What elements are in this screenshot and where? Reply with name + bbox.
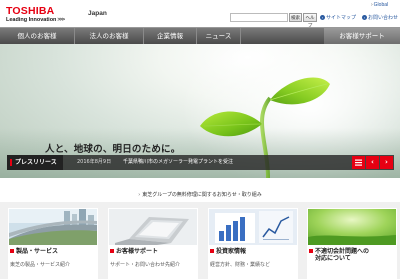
card-image-charts — [209, 209, 297, 245]
header: TOSHIBA Leading Innovation>>> Japan Glob… — [0, 0, 400, 28]
card-products-desc: 東芝の製品・サービス紹介 — [10, 262, 71, 268]
press-release-date: 2016年8月9日 — [77, 159, 112, 165]
press-release-label[interactable]: プレスリリース — [7, 155, 63, 170]
card-products[interactable]: 製品・サービス 東芝の製品・サービス紹介 — [8, 208, 98, 279]
card-image-green — [308, 209, 396, 245]
list-icon[interactable] — [352, 156, 365, 169]
sitemap-link[interactable]: › サイトマップ — [320, 14, 356, 21]
nav-item-news[interactable]: ニュース — [197, 28, 241, 44]
sitemap-icon: › — [320, 15, 325, 21]
help-button[interactable]: ヘルプ — [303, 13, 317, 28]
contact-link[interactable]: › お問い合わせ — [362, 14, 398, 21]
card-products-title: 製品・サービス — [9, 248, 59, 255]
card-support-desc: サポート・お問い合わせ先紹介 — [110, 262, 181, 268]
card-image-highway — [9, 209, 97, 245]
hero-headline: 人と、地球の、明日のために。 — [45, 144, 181, 155]
toshiba-logo[interactable]: TOSHIBA — [6, 6, 54, 17]
card-investors-title: 投資家情報 — [209, 248, 247, 255]
arrow-icon: › — [138, 192, 141, 198]
card-investors-desc: 経営方針、財務・業績など — [210, 262, 271, 268]
chevron-right-icon[interactable]: › — [380, 156, 393, 169]
card-support[interactable]: お客様サポート サポート・お問い合わせ先紹介 — [108, 208, 198, 279]
search-button[interactable]: 検索 — [289, 13, 302, 22]
card-image-laptop — [109, 209, 197, 245]
card-investors[interactable]: 投資家情報 経営方針、財務・業績など — [208, 208, 298, 279]
nav-item-company[interactable]: 企業情報 — [144, 28, 197, 44]
card-accounting-title: 不適切会計問題への 対応について — [308, 248, 370, 262]
search-input[interactable] — [230, 13, 288, 22]
tagline: Leading Innovation>>> — [6, 17, 65, 23]
nav-item-support[interactable]: お客様サポート — [324, 28, 400, 44]
notice-link[interactable]: › 東芝グループの無料修理に関するお知らせ・取り組み — [0, 191, 400, 198]
region-label: Japan — [88, 10, 107, 17]
contact-icon: › — [362, 15, 367, 21]
global-link[interactable]: Global — [371, 2, 388, 8]
chevron-left-icon[interactable]: ‹ — [366, 156, 379, 169]
nav-item-business[interactable]: 法人のお客様 — [75, 28, 144, 44]
main-nav: 個人のお客様 法人のお客様 企業情報 ニュース お客様サポート — [0, 27, 400, 44]
nav-item-personal[interactable]: 個人のお客様 — [0, 28, 75, 44]
card-accounting-issue[interactable]: 不適切会計問題への 対応について — [307, 208, 397, 279]
press-release-headline[interactable]: 千葉県鴨川市のメガソーラー発電プラントを受注 — [123, 155, 233, 170]
card-support-title: お客様サポート — [109, 248, 159, 255]
press-release-bar: プレスリリース 2016年8月9日 千葉県鴨川市のメガソーラー発電プラントを受注… — [7, 155, 394, 170]
